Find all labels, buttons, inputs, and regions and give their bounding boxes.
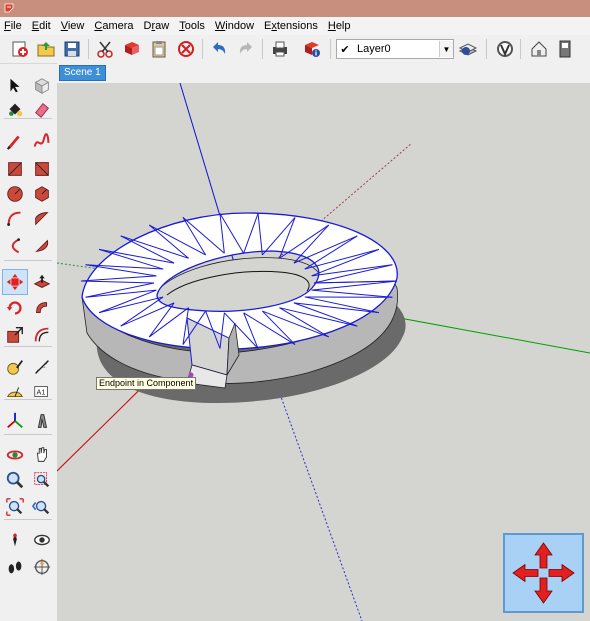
save-icon[interactable]: [60, 37, 84, 61]
menu-view[interactable]: View: [57, 17, 91, 35]
menu-extensions[interactable]: Extensions: [260, 17, 324, 35]
position-camera-icon[interactable]: [3, 528, 27, 552]
look-around-icon[interactable]: [30, 528, 54, 552]
svg-text:↔: ↔: [41, 364, 46, 370]
rectangle-icon[interactable]: [3, 157, 27, 181]
print-icon[interactable]: [268, 37, 292, 61]
tape-measure-icon[interactable]: [3, 355, 27, 379]
redo-icon[interactable]: [234, 37, 258, 61]
model-viewport[interactable]: Endpoint in Component: [57, 83, 590, 621]
previous-view-icon[interactable]: [30, 495, 54, 519]
menu-file[interactable]: File: [0, 17, 28, 35]
pie-icon[interactable]: [30, 234, 54, 258]
two-point-arc-icon[interactable]: [30, 207, 54, 231]
arc-icon[interactable]: [3, 207, 27, 231]
menu-bar: File Edit View Camera Draw Tools Window Extensi…: [0, 17, 590, 35]
menu-tools[interactable]: Tools: [175, 17, 211, 35]
new-model-icon[interactable]: [8, 37, 32, 61]
layer-select[interactable]: ✔ Layer0 ▼: [336, 39, 454, 59]
zoom-window-icon[interactable]: [30, 468, 54, 492]
rotated-rectangle-icon[interactable]: [30, 157, 54, 181]
move-arrows-icon[interactable]: [503, 533, 584, 613]
erase-icon[interactable]: [174, 37, 198, 61]
pencil-line-icon[interactable]: [3, 130, 27, 154]
vray-icon[interactable]: [493, 37, 517, 61]
zoom-icon[interactable]: [3, 468, 27, 492]
model-info-icon[interactable]: [300, 37, 324, 61]
text-icon[interactable]: A1: [30, 380, 54, 404]
menu-edit[interactable]: Edit: [28, 17, 57, 35]
tab-scene-1[interactable]: Scene 1: [59, 65, 106, 81]
extension-icon[interactable]: [554, 37, 578, 61]
push-pull-icon[interactable]: [30, 270, 54, 294]
sketchup-icon: [4, 3, 14, 13]
follow-me-icon[interactable]: [30, 296, 54, 320]
offset-icon[interactable]: [30, 323, 54, 347]
walk-icon[interactable]: [3, 555, 27, 579]
menu-window[interactable]: Window: [211, 17, 260, 35]
rotate-icon[interactable]: [3, 296, 27, 320]
make-component-icon[interactable]: [30, 74, 54, 98]
scale-icon[interactable]: [3, 323, 27, 347]
cut-icon[interactable]: [93, 37, 117, 61]
paint-bucket-icon[interactable]: [3, 98, 27, 122]
three-point-arc-icon[interactable]: [3, 234, 27, 258]
section-plane-icon[interactable]: [30, 555, 54, 579]
inference-tooltip: Endpoint in Component: [96, 377, 197, 390]
protractor-icon[interactable]: [3, 380, 27, 404]
layer-check-icon: ✔: [340, 43, 350, 56]
eraser-icon[interactable]: [30, 98, 54, 122]
scene-tab-strip: Scene 1: [57, 63, 590, 83]
freehand-icon[interactable]: [30, 130, 54, 154]
pan-icon[interactable]: [30, 443, 54, 467]
title-bar: [0, 0, 590, 17]
menu-help[interactable]: Help: [324, 17, 357, 35]
select-icon[interactable]: [3, 74, 27, 98]
open-folder-icon[interactable]: [34, 37, 58, 61]
dimension-icon[interactable]: ↔: [30, 355, 54, 379]
layer-manager-icon[interactable]: [456, 37, 480, 61]
copy-icon[interactable]: [120, 37, 144, 61]
undo-icon[interactable]: [207, 37, 231, 61]
zoom-extents-icon[interactable]: [3, 495, 27, 519]
chevron-down-icon[interactable]: ▼: [439, 41, 453, 57]
warehouse-icon[interactable]: [527, 37, 551, 61]
polygon-icon[interactable]: [30, 182, 54, 206]
menu-camera[interactable]: Camera: [90, 17, 139, 35]
menu-draw[interactable]: Draw: [140, 17, 176, 35]
axes-icon[interactable]: [3, 409, 27, 433]
circle-icon[interactable]: [3, 182, 27, 206]
main-toolbar: [0, 35, 590, 64]
move-icon[interactable]: [2, 269, 28, 295]
orbit-icon[interactable]: [3, 443, 27, 467]
paste-icon[interactable]: [147, 37, 171, 61]
left-toolbar: ↔ A1: [0, 64, 58, 621]
svg-text:A1: A1: [37, 388, 46, 397]
layer-select-value: Layer0: [357, 43, 391, 55]
3d-text-icon[interactable]: [30, 409, 54, 433]
